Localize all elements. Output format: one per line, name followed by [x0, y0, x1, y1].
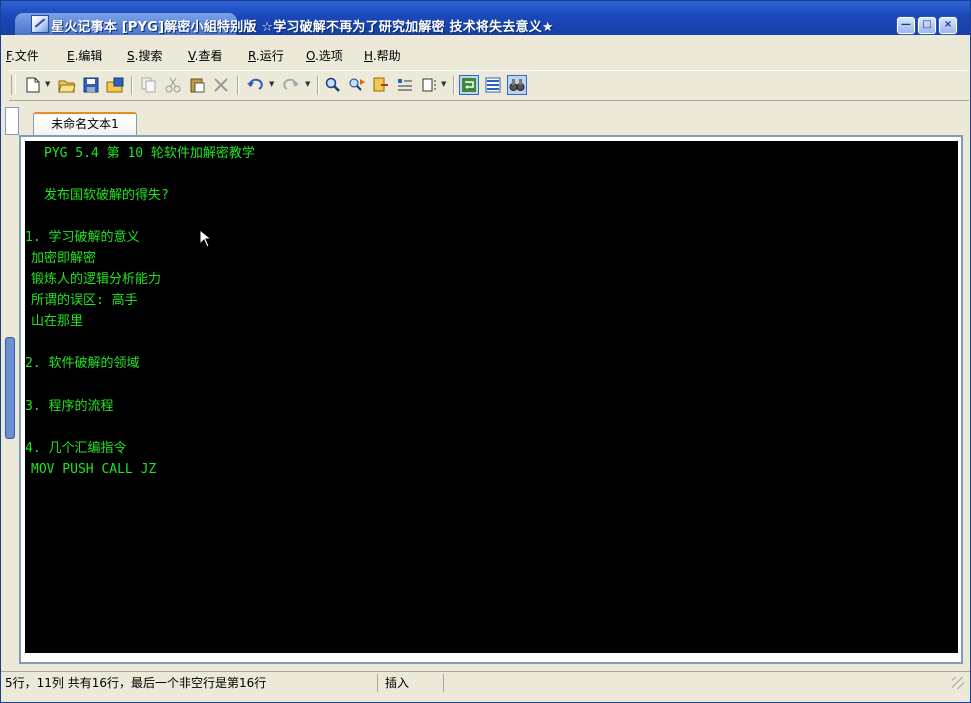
menu-view-label: .查看	[194, 49, 223, 63]
status-bar: 5行，11列 共有16行，最后一个非空行是第16行 插入	[1, 671, 970, 694]
menu-edit-label: .编辑	[74, 49, 103, 63]
column-icon[interactable]	[419, 75, 439, 95]
maximize-button[interactable]: □	[918, 17, 936, 34]
menu-bar: F.文件 E.编辑 S.搜索 V.查看 R.运行 O.选项 H.帮助	[1, 43, 970, 65]
wrap-icon[interactable]	[459, 75, 479, 95]
binoculars-icon[interactable]	[507, 75, 527, 95]
menu-run[interactable]: R.运行	[248, 47, 284, 64]
new-file-icon[interactable]	[23, 75, 43, 95]
undo-icon[interactable]	[245, 75, 265, 95]
editor-line: 4. 几个汇编指令	[25, 441, 127, 456]
paste-icon[interactable]	[187, 75, 207, 95]
column-dropdown-icon[interactable]: ▼	[441, 80, 446, 88]
editor-line: 加密即解密	[31, 251, 97, 266]
status-insert-mode: 插入	[381, 674, 444, 692]
editor-line: 发布国软破解的得失?	[44, 188, 169, 203]
menu-help-key: H	[364, 49, 373, 63]
view-icon[interactable]	[483, 75, 503, 95]
tab-scroll-box[interactable]	[5, 107, 19, 135]
side-panel-handle[interactable]	[5, 337, 15, 439]
editor-line: 2. 软件破解的领域	[25, 356, 140, 371]
menu-view[interactable]: V.查看	[188, 47, 223, 64]
editor-line: 3. 程序的流程	[25, 399, 114, 414]
text-editor[interactable]: PYG 5.4 第 10 轮软件加解密教学 发布国软破解的得失? 1. 学习破解…	[25, 141, 958, 653]
editor-line: 山在那里	[31, 314, 84, 329]
tab-strip	[1, 101, 970, 139]
menu-file-label: .文件	[10, 49, 39, 63]
menu-search[interactable]: S.搜索	[127, 47, 162, 64]
menu-search-label: .搜索	[134, 49, 163, 63]
close-button[interactable]: ×	[939, 17, 957, 34]
delete-icon[interactable]	[211, 75, 231, 95]
redo-icon[interactable]	[281, 75, 301, 95]
editor-line: PYG 5.4 第 10 轮软件加解密教学	[44, 146, 255, 161]
goto-icon[interactable]	[371, 75, 391, 95]
open-folder-icon[interactable]	[57, 75, 77, 95]
menu-run-key: R	[248, 49, 256, 63]
redo-dropdown-icon[interactable]: ▼	[305, 80, 310, 88]
status-position: 5行，11列 共有16行，最后一个非空行是第16行	[1, 674, 378, 692]
menu-file[interactable]: F.文件	[6, 47, 39, 64]
menu-help-label: .帮助	[372, 49, 401, 63]
menu-edit-key: E	[67, 49, 75, 63]
menu-help[interactable]: H.帮助	[364, 47, 401, 64]
app-icon[interactable]	[31, 15, 49, 33]
tab-untitled-1[interactable]: 未命名文本1	[33, 112, 137, 135]
menu-options-key: O	[306, 49, 315, 63]
menu-options[interactable]: O.选项	[306, 47, 343, 64]
toolbar-grip[interactable]	[11, 75, 16, 95]
editor-line: 所谓的误区: 高手	[31, 293, 138, 308]
copy-icon[interactable]	[139, 75, 159, 95]
toolbar: ▼ ▼ ▼ ▼	[9, 70, 969, 101]
editor-window: 星火记事本 [PYG]解密小組特别版 ☆学习破解不再为了研究加解密 技术将失去意…	[0, 0, 971, 703]
save-all-icon[interactable]	[105, 75, 125, 95]
menu-options-label: .选项	[314, 49, 343, 63]
find-icon[interactable]	[323, 75, 343, 95]
toolbar-separator	[453, 76, 455, 95]
editor-line: 1. 学习破解的意义	[25, 230, 140, 245]
resize-grip-icon[interactable]	[952, 677, 964, 689]
toolbar-separator	[317, 76, 319, 95]
cut-icon[interactable]	[163, 75, 183, 95]
menu-run-label: .运行	[255, 49, 284, 63]
menu-view-key: V	[188, 49, 195, 63]
window-title: 星火记事本 [PYG]解密小組特别版 ☆学习破解不再为了研究加解密 技术将失去意…	[51, 20, 554, 35]
toolbar-separator	[237, 76, 239, 95]
new-file-dropdown-icon[interactable]: ▼	[45, 80, 50, 88]
undo-dropdown-icon[interactable]: ▼	[269, 80, 274, 88]
replace-icon[interactable]	[347, 75, 367, 95]
menu-search-key: S	[127, 49, 135, 63]
editor-line: MOV PUSH CALL JZ	[31, 462, 157, 477]
status-empty-panel	[447, 674, 967, 692]
editor-line: 锻炼人的逻辑分析能力	[31, 272, 162, 287]
minimize-button[interactable]: —	[897, 17, 915, 34]
title-bar[interactable]: 星火记事本 [PYG]解密小組特别版 ☆学习破解不再为了研究加解密 技术将失去意…	[1, 1, 970, 35]
format-icon[interactable]	[395, 75, 415, 95]
menu-edit[interactable]: E.编辑	[67, 47, 102, 64]
toolbar-separator	[131, 76, 133, 95]
save-icon[interactable]	[81, 75, 101, 95]
